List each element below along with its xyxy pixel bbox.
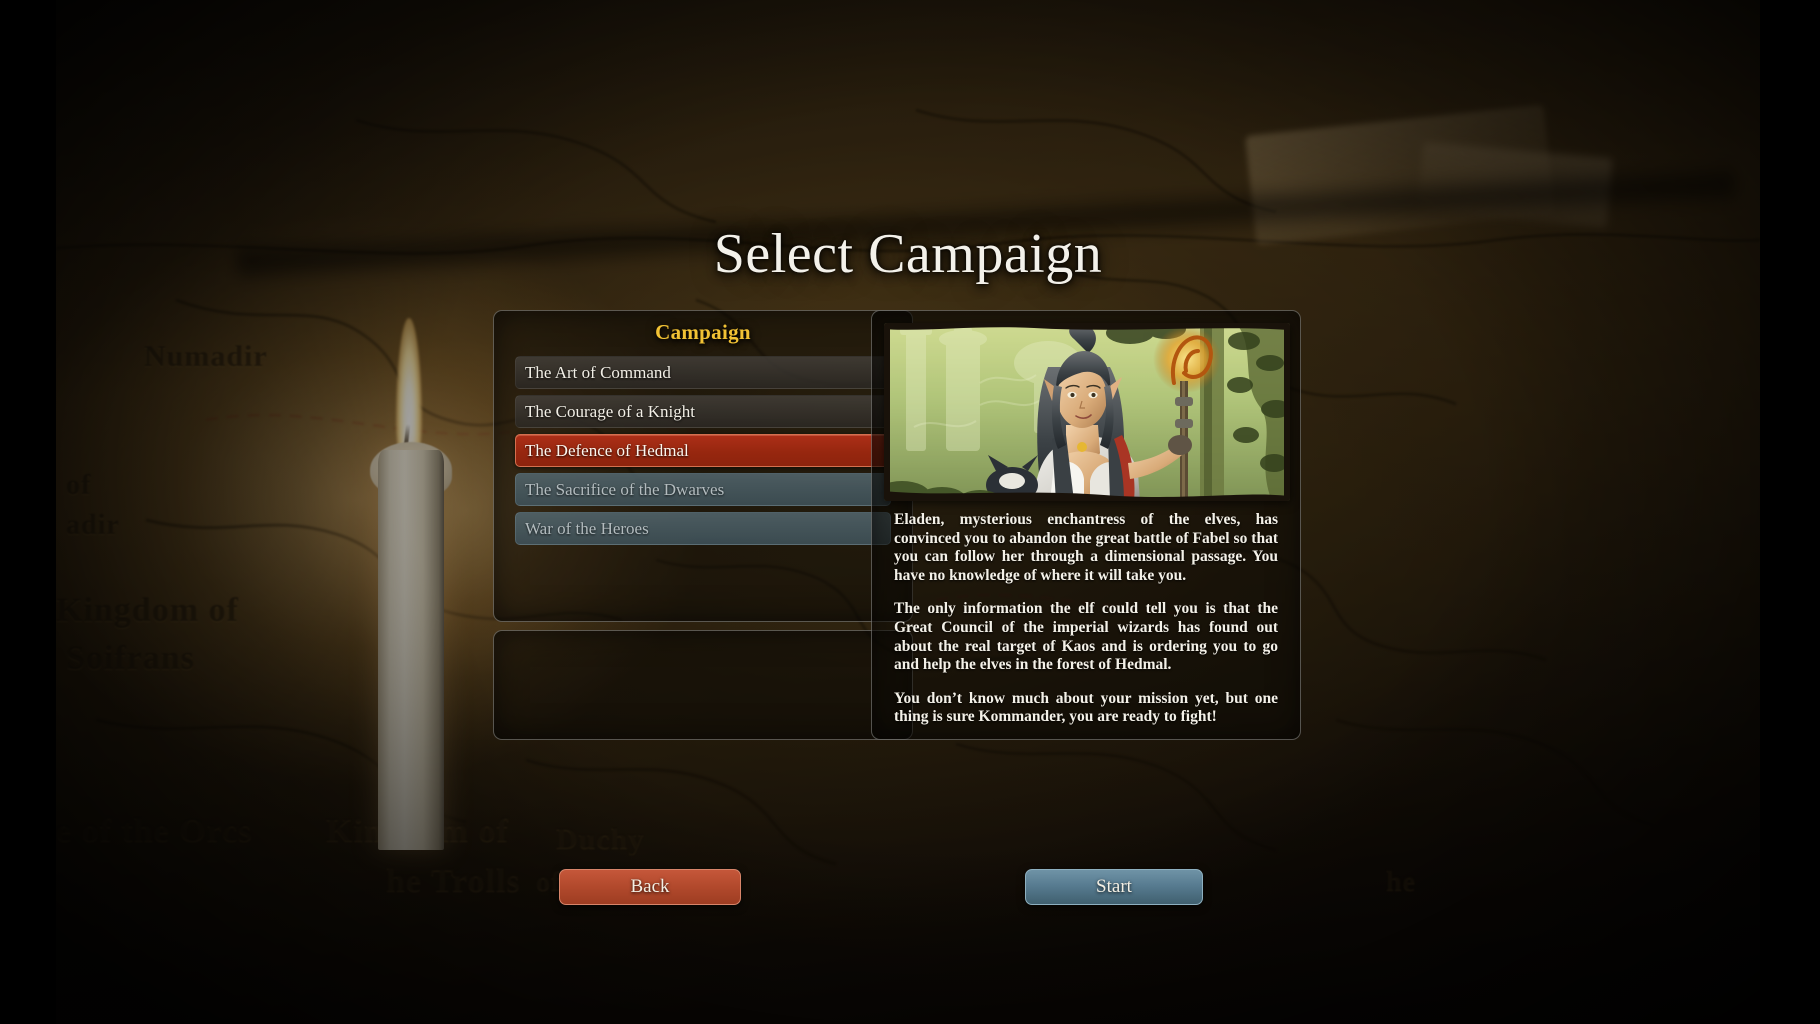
campaign-description: Eladen, mysterious enchantress of the el…	[894, 511, 1278, 727]
campaign-list-item[interactable]: The Defence of Hedmal	[515, 434, 891, 467]
campaign-list-item[interactable]: The Art of Command	[515, 356, 891, 389]
game-viewport: NumadirofadirKingdom ofSoifranse of the …	[56, 0, 1760, 1024]
campaign-list-item: War of the Heroes	[515, 512, 891, 545]
campaign-notes-panel	[493, 630, 913, 740]
start-button[interactable]: Start	[1025, 869, 1203, 905]
campaign-list-item[interactable]: The Courage of a Knight	[515, 395, 891, 428]
elf-enchantress-portrait	[884, 323, 1290, 501]
game-screen: NumadirofadirKingdom ofSoifranse of the …	[0, 0, 1820, 1024]
campaign-description-paragraph: You don’t know much about your mission y…	[894, 689, 1278, 726]
campaign-panel: Campaign The Art of Command The Courage o…	[493, 310, 913, 622]
campaign-list-item: The Sacrifice of the Dwarves	[515, 473, 891, 506]
campaign-description-paragraph: The only information the elf could tell …	[894, 600, 1278, 674]
ui-layer: Select Campaign Campaign The Art of Comm…	[56, 0, 1760, 1024]
campaign-panel-heading: Campaign	[655, 320, 751, 344]
page-title: Select Campaign	[713, 223, 1103, 285]
campaign-list[interactable]: The Art of Command The Courage of a Knigh…	[515, 356, 891, 545]
back-button[interactable]: Back	[559, 869, 741, 905]
campaign-detail-panel: Eladen, mysterious enchantress of the el…	[871, 310, 1301, 740]
campaign-notes-text	[494, 631, 912, 651]
campaign-description-paragraph: Eladen, mysterious enchantress of the el…	[894, 511, 1278, 584]
